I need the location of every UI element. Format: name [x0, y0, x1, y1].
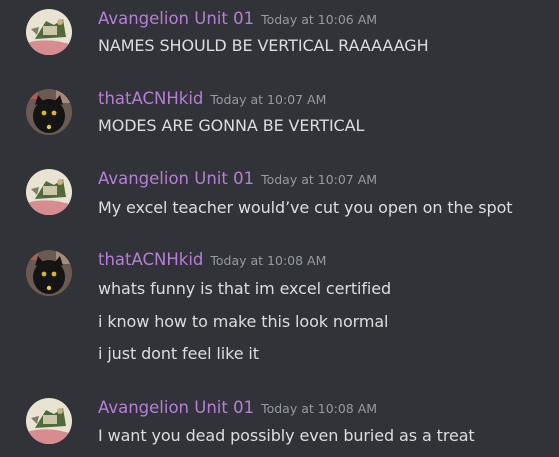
- message-header: Avangelion Unit 01 Today at 10:07 AM: [98, 169, 377, 188]
- black-cat-avatar-icon[interactable]: [26, 250, 72, 296]
- timestamp: Today at 10:07 AM: [261, 172, 378, 187]
- message-text: My excel teacher would’ve cut you open o…: [98, 198, 513, 217]
- username[interactable]: thatACNHkid: [98, 89, 203, 108]
- message-header: thatACNHkid Today at 10:08 AM: [98, 250, 326, 269]
- timestamp: Today at 10:06 AM: [261, 12, 378, 27]
- message-group: Avangelion Unit 01 Today at 10:06 AM NAME…: [0, 0, 559, 80]
- message-group: thatACNHkid Today at 10:08 AM whats funny…: [0, 240, 559, 390]
- message-text: MODES ARE GONNA BE VERTICAL: [98, 116, 365, 135]
- username[interactable]: Avangelion Unit 01: [98, 398, 254, 417]
- username[interactable]: Avangelion Unit 01: [98, 169, 254, 188]
- avangelion-avatar-icon[interactable]: [26, 398, 72, 444]
- avangelion-avatar-icon[interactable]: [26, 9, 72, 55]
- chat-messages: Avangelion Unit 01 Today at 10:06 AM NAME…: [0, 0, 559, 457]
- message-text: whats funny is that im excel certified: [98, 279, 392, 298]
- message-header: Avangelion Unit 01 Today at 10:06 AM: [98, 9, 377, 28]
- black-cat-avatar-icon[interactable]: [26, 89, 72, 135]
- message-group: Avangelion Unit 01 Today at 10:07 AM My e…: [0, 160, 559, 240]
- timestamp: Today at 10:07 AM: [210, 92, 327, 107]
- message-text: NAMES SHOULD BE VERTICAL RAAAAAGH: [98, 36, 429, 55]
- timestamp: Today at 10:08 AM: [210, 253, 327, 268]
- timestamp: Today at 10:08 AM: [261, 401, 378, 416]
- username[interactable]: Avangelion Unit 01: [98, 9, 254, 28]
- message-text: I want you dead possibly even buried as …: [98, 426, 475, 445]
- avangelion-avatar-icon[interactable]: [26, 169, 72, 215]
- message-header: Avangelion Unit 01 Today at 10:08 AM: [98, 398, 377, 417]
- message-header: thatACNHkid Today at 10:07 AM: [98, 89, 326, 108]
- message-text: i know how to make this look normal: [98, 312, 389, 331]
- message-group: Avangelion Unit 01 Today at 10:08 AM I wa…: [0, 390, 559, 457]
- message-text: i just dont feel like it: [98, 344, 259, 363]
- message-group: thatACNHkid Today at 10:07 AM MODES ARE G…: [0, 80, 559, 160]
- username[interactable]: thatACNHkid: [98, 250, 203, 269]
